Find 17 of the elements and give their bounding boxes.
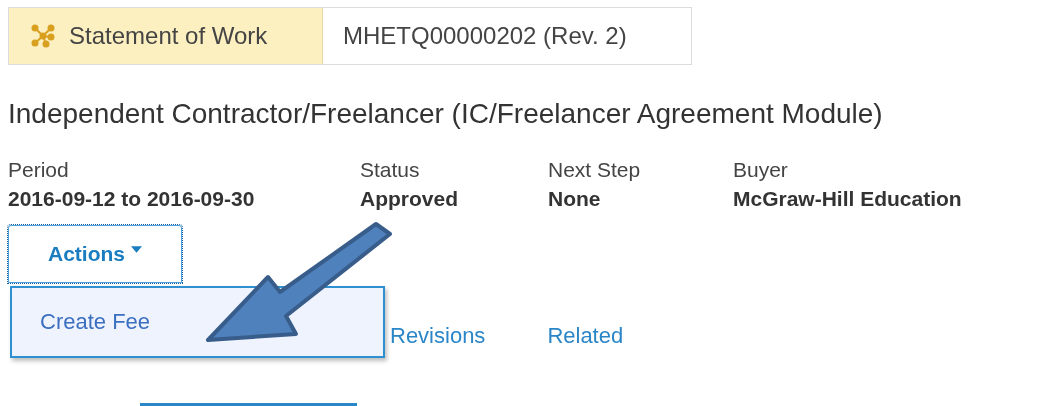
field-label: Buyer: [733, 157, 789, 183]
field-label: Status: [360, 157, 421, 183]
field-value: McGraw-Hill Education: [733, 186, 963, 212]
actions-button[interactable]: Actions: [8, 225, 182, 283]
network-icon: [31, 24, 55, 48]
document-type: Statement of Work: [69, 22, 268, 50]
field-label: Next Step: [548, 157, 642, 183]
page-title: Independent Contractor/Freelancer (IC/Freelancer Agreement Module): [8, 97, 884, 131]
field-value: None: [548, 186, 602, 212]
caret-icon: [131, 245, 142, 253]
field-value: 2016-09-12 to 2016-09-30: [8, 186, 256, 212]
menu-item[interactable]: Create Fee: [12, 309, 151, 335]
document-id: MHETQ00000202 (Rev. 2): [342, 21, 627, 51]
tab[interactable]: Revisions: [390, 323, 486, 349]
field-value: Approved: [360, 186, 459, 212]
tab[interactable]: Related: [547, 323, 624, 349]
field-label: Period: [8, 157, 70, 183]
